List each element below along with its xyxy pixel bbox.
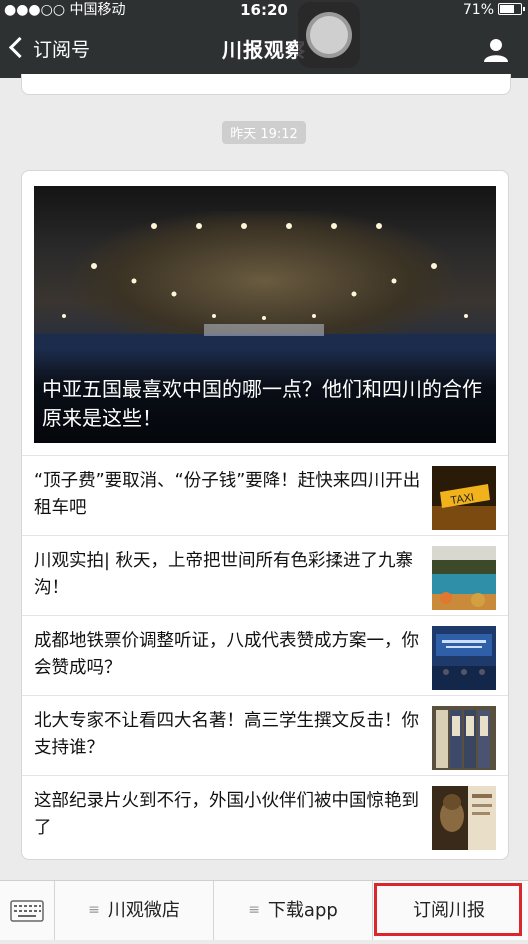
article-title: 北大专家不让看四大名著！高三学生撰文反击！你支持谁？ [34,711,419,758]
article-title: 这部纪录片火到不行，外国小伙伴们被中国惊艳到了 [34,791,419,838]
article-card: 中亚五国最喜欢中国的哪一点？他们和四川的合作原来是这些！ “顶子费”要取消、“份… [21,170,509,860]
menu-button-subscribe[interactable]: 订阅川报 [374,881,524,940]
book-spines-thumbnail [432,706,496,770]
navigation-bar: 订阅号 川报观察 [0,22,528,78]
article-item-5[interactable]: 这部纪录片火到不行，外国小伙伴们被中国惊艳到了 [22,775,508,855]
message-timestamp: 昨天 19:12 [0,121,528,144]
menu-label: 下载app [267,900,338,921]
timestamp-label: 昨天 19:12 [222,121,306,144]
article-title: 川观实拍| 秋天，上帝把世间所有色彩揉进了九寨沟！ [34,551,413,598]
menu-label: 川观微店 [107,900,180,921]
menu-button-download-app[interactable]: ≡ 下载app [214,881,373,940]
bottom-menu-bar: ≡ 川观微店 ≡ 下载app 订阅川报 [0,880,528,940]
article-title: 成都地铁票价调整听证，八成代表赞成方案一，你会赞成吗？ [34,631,419,678]
battery-icon [498,3,525,15]
previous-message-card[interactable] [21,74,511,95]
hero-article[interactable]: 中亚五国最喜欢中国的哪一点？他们和四川的合作原来是这些！ [34,186,496,443]
article-item-1[interactable]: “顶子费”要取消、“份子钱”要降！赶快来四川开出租车吧 TAXI [22,455,508,535]
clock: 16:20 [240,1,288,19]
keyboard-icon [10,900,44,922]
person-icon[interactable] [482,36,510,64]
hearing-room-thumbnail [432,626,496,690]
article-list: “顶子费”要取消、“份子钱”要降！赶快来四川开出租车吧 TAXI 川观实拍| 秋… [22,455,508,855]
article-item-3[interactable]: 成都地铁票价调整听证，八成代表赞成方案一，你会赞成吗？ [22,615,508,695]
page-title: 川报观察 [222,38,306,62]
article-title: “顶子费”要取消、“份子钱”要降！赶快来四川开出租车吧 [34,471,421,518]
top-bar: ●●●○○ 中国移动 16:20 71% 订阅号 川报观察 [0,0,528,78]
menu-label: 订阅川报 [413,900,485,921]
menu-lines-icon: ≡ [248,902,260,918]
jiuzhaigou-lake-thumbnail [432,546,496,610]
article-item-4[interactable]: 北大专家不让看四大名著！高三学生撰文反击！你支持谁？ [22,695,508,775]
hero-image-lights [34,223,496,366]
hero-article-title: 中亚五国最喜欢中国的哪一点？他们和四川的合作原来是这些！ [42,377,482,430]
menu-lines-icon: ≡ [88,902,100,918]
article-item-2[interactable]: 川观实拍| 秋天，上帝把世间所有色彩揉进了九寨沟！ [22,535,508,615]
battery-percent: 71% [462,2,494,18]
battery-status: 71% [462,0,525,20]
keyboard-toggle-button[interactable] [0,881,55,940]
menu-button-shop[interactable]: ≡ 川观微店 [55,881,214,940]
buddha-statue-thumbnail [432,786,496,850]
taxi-sign-thumbnail: TAXI [432,466,496,530]
assistive-touch-button[interactable] [298,2,360,68]
status-bar: ●●●○○ 中国移动 16:20 71% [0,0,528,20]
